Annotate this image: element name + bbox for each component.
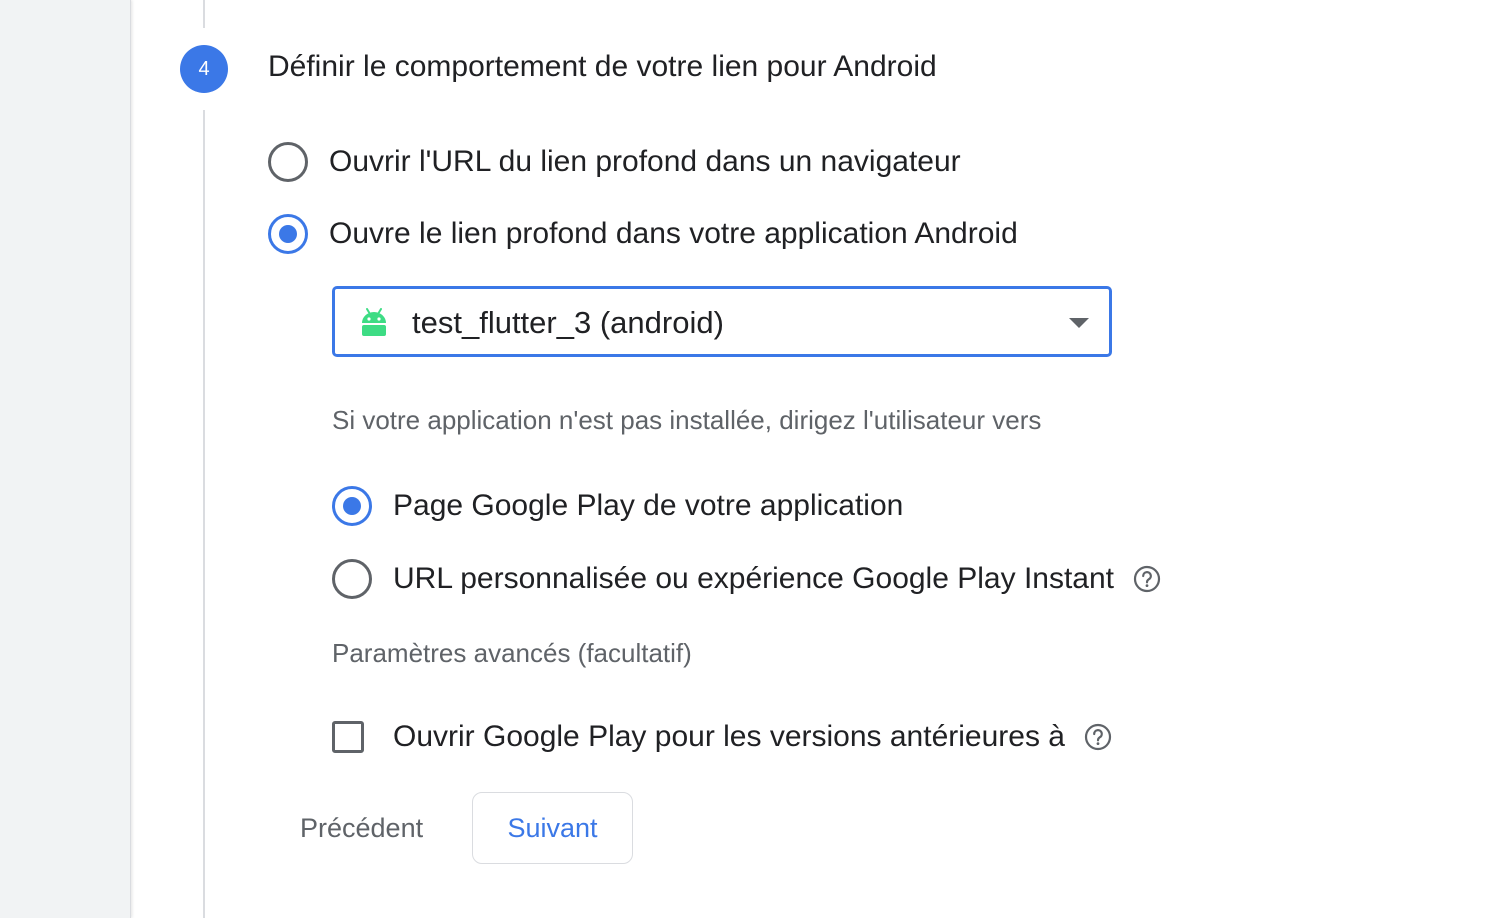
select-value: test_flutter_3 (android)	[412, 305, 724, 340]
advanced-settings-heading: Paramètres avancés (facultatif)	[332, 638, 692, 668]
radio-button[interactable]	[332, 559, 372, 599]
android-icon	[360, 307, 388, 342]
radio-button[interactable]	[268, 214, 308, 254]
stepper-connector	[203, 110, 205, 918]
radio-open-in-app[interactable]: Ouvre le lien profond dans votre applica…	[268, 214, 1018, 254]
radio-label: Page Google Play de votre application	[393, 489, 904, 522]
help-icon[interactable]	[1084, 723, 1112, 751]
radio-open-in-browser[interactable]: Ouvrir l'URL du lien profond dans un nav…	[268, 142, 961, 182]
step-title: Définir le comportement de votre lien po…	[268, 50, 937, 83]
fallback-prompt: Si votre application n'est pas installée…	[332, 405, 1042, 435]
android-app-select[interactable]: test_flutter_3 (android)	[332, 286, 1112, 357]
side-panel	[0, 0, 131, 918]
radio-button[interactable]	[332, 486, 372, 526]
stepper-connector	[203, 0, 205, 28]
previous-button[interactable]: Précédent	[284, 797, 439, 859]
radio-label: Ouvre le lien profond dans votre applica…	[329, 217, 1018, 250]
checkbox[interactable]	[332, 721, 364, 753]
help-icon[interactable]	[1133, 565, 1161, 593]
radio-label: Ouvrir l'URL du lien profond dans un nav…	[329, 145, 961, 178]
radio-button[interactable]	[268, 142, 308, 182]
radio-custom-url[interactable]: URL personnalisée ou expérience Google P…	[332, 559, 1161, 599]
step-number-badge: 4	[180, 45, 228, 93]
checkbox-label: Ouvrir Google Play pour les versions ant…	[393, 720, 1065, 753]
next-button[interactable]: Suivant	[472, 792, 633, 864]
dropdown-arrow-icon[interactable]	[1069, 318, 1089, 328]
radio-google-play-page[interactable]: Page Google Play de votre application	[332, 486, 903, 526]
radio-label: URL personnalisée ou expérience Google P…	[393, 562, 1114, 595]
checkbox-open-google-play-older-versions[interactable]: Ouvrir Google Play pour les versions ant…	[332, 720, 1112, 754]
